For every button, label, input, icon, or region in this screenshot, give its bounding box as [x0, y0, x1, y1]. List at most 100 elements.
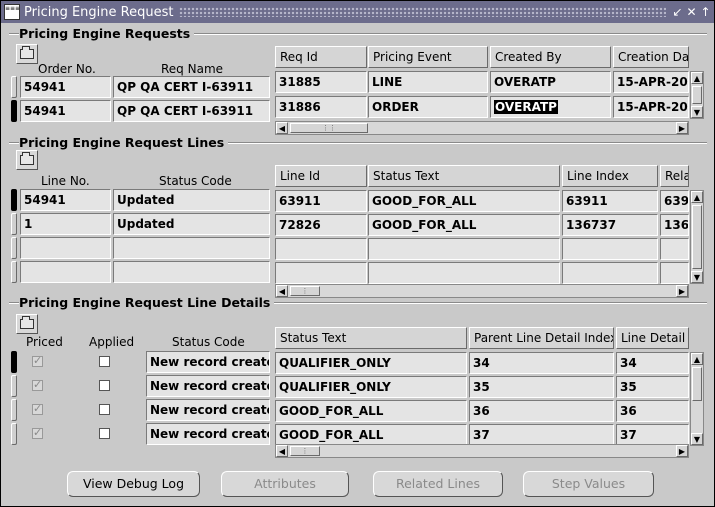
- req-name-cell[interactable]: QP QA CERT I-63911: [113, 76, 270, 98]
- line-index-cell[interactable]: 136737: [562, 214, 658, 236]
- related-cell[interactable]: [660, 262, 689, 284]
- col-header-pricing-event[interactable]: Pricing Event: [368, 46, 488, 68]
- line-id-cell[interactable]: [275, 262, 367, 284]
- col-header-line-detail-index[interactable]: Line Detail I: [616, 327, 689, 349]
- lines-folder-button[interactable]: [16, 150, 38, 170]
- line-detail-index-cell[interactable]: 34: [616, 352, 689, 374]
- scroll-up-icon[interactable]: ▲: [691, 191, 703, 203]
- hscroll-thumb[interactable]: ⋮⋮: [290, 123, 368, 133]
- col-header-req-id[interactable]: Req Id: [275, 46, 367, 68]
- minimize-icon[interactable]: ↙: [672, 5, 683, 19]
- status-text-cell[interactable]: QUALIFIER_ONLY: [275, 376, 467, 398]
- applied-checkbox[interactable]: [99, 356, 110, 367]
- line-index-cell[interactable]: [562, 262, 658, 284]
- scroll-left-icon[interactable]: ◀: [276, 445, 288, 457]
- details-folder-button[interactable]: [16, 314, 38, 334]
- status-code-cell[interactable]: [113, 261, 270, 283]
- status-text-cell[interactable]: QUALIFIER_ONLY: [275, 352, 467, 374]
- line-no-cell[interactable]: [20, 261, 111, 283]
- line-id-cell[interactable]: [275, 238, 367, 260]
- row-selector[interactable]: [11, 423, 17, 445]
- scroll-left-icon[interactable]: ◀: [276, 122, 288, 134]
- order-no-cell[interactable]: 54941: [20, 100, 111, 122]
- row-selector-current[interactable]: [11, 189, 17, 211]
- pricing-event-cell[interactable]: LINE: [368, 71, 488, 93]
- window-menu-icon[interactable]: ≡≡≡: [4, 4, 20, 20]
- status-code-cell[interactable]: New record created: [146, 399, 270, 421]
- vscroll-thumb[interactable]: [692, 367, 702, 401]
- parent-line-detail-index-cell[interactable]: 34: [469, 352, 614, 374]
- title-bar[interactable]: ≡≡≡ Pricing Engine Request ↙ ✕ ↑: [1, 1, 714, 23]
- row-selector-current[interactable]: [11, 351, 17, 373]
- col-header-parent-line-detail-index[interactable]: Parent Line Detail Index: [469, 327, 614, 349]
- col-header-status-text[interactable]: Status Text: [275, 327, 467, 349]
- vscroll-thumb[interactable]: [692, 205, 702, 269]
- status-code-cell[interactable]: Updated: [113, 213, 270, 235]
- creation-date-cell[interactable]: 15-APR-200: [613, 96, 689, 118]
- row-selector[interactable]: [11, 237, 17, 259]
- col-header-created-by[interactable]: Created By: [490, 46, 611, 68]
- row-selector[interactable]: [11, 76, 17, 98]
- step-values-button[interactable]: Step Values: [523, 471, 654, 497]
- col-header-line-index[interactable]: Line Index: [562, 165, 658, 187]
- row-selector[interactable]: [11, 375, 17, 397]
- applied-checkbox[interactable]: [99, 380, 110, 391]
- view-debug-log-button[interactable]: View Debug Log: [67, 471, 200, 497]
- status-code-cell[interactable]: [113, 237, 270, 259]
- maximize-icon[interactable]: ✕: [686, 5, 697, 19]
- scroll-left-icon[interactable]: ◀: [276, 285, 288, 297]
- line-index-cell[interactable]: [562, 238, 658, 260]
- hscroll-thumb[interactable]: ⋮: [290, 286, 320, 296]
- scroll-up-icon[interactable]: ▲: [691, 72, 703, 84]
- related-cell[interactable]: 1367: [660, 214, 689, 236]
- line-id-cell[interactable]: 72826: [275, 214, 367, 236]
- line-index-cell[interactable]: 63911: [562, 190, 658, 212]
- close-icon[interactable]: ↑: [700, 5, 711, 19]
- parent-line-detail-index-cell[interactable]: 35: [469, 376, 614, 398]
- line-detail-index-cell[interactable]: 35: [616, 376, 689, 398]
- applied-checkbox[interactable]: [99, 428, 110, 439]
- parent-line-detail-index-cell[interactable]: 37: [469, 424, 614, 446]
- col-header-creation-date[interactable]: Creation Dat: [613, 46, 689, 68]
- lines-hscroll[interactable]: ◀ ⋮ ▶: [275, 284, 689, 298]
- created-by-cell[interactable]: OVERATP: [490, 96, 611, 118]
- status-text-cell[interactable]: GOOD_FOR_ALL: [368, 214, 560, 236]
- scroll-down-icon[interactable]: ▼: [691, 433, 703, 445]
- req-id-cell[interactable]: 31885: [275, 71, 367, 93]
- line-detail-index-cell[interactable]: 37: [616, 424, 689, 446]
- requests-vscroll[interactable]: ▲ ▼: [690, 71, 704, 119]
- details-hscroll[interactable]: ◀ ⋮ ▶: [275, 444, 689, 458]
- line-no-cell[interactable]: 1: [20, 213, 111, 235]
- scroll-right-icon[interactable]: ▶: [676, 285, 688, 297]
- requests-hscroll[interactable]: ◀ ⋮⋮ ▶: [275, 121, 689, 135]
- status-text-cell[interactable]: [368, 262, 560, 284]
- row-selector-current[interactable]: [11, 100, 17, 122]
- line-id-cell[interactable]: 63911: [275, 190, 367, 212]
- col-header-line-id[interactable]: Line Id: [275, 165, 367, 187]
- requests-folder-button[interactable]: [16, 44, 38, 64]
- order-no-cell[interactable]: 54941: [20, 76, 111, 98]
- lines-vscroll[interactable]: ▲ ▼: [690, 190, 704, 284]
- status-code-cell[interactable]: New record created: [146, 351, 270, 373]
- scroll-down-icon[interactable]: ▼: [691, 106, 703, 118]
- status-text-cell[interactable]: [368, 238, 560, 260]
- related-cell[interactable]: [660, 238, 689, 260]
- scroll-up-icon[interactable]: ▲: [691, 353, 703, 365]
- vscroll-thumb[interactable]: [692, 86, 702, 104]
- col-header-related[interactable]: Rela: [660, 165, 689, 187]
- line-no-cell[interactable]: [20, 237, 111, 259]
- related-cell[interactable]: 6391: [660, 190, 689, 212]
- scroll-down-icon[interactable]: ▼: [691, 271, 703, 283]
- details-vscroll[interactable]: ▲ ▼: [690, 352, 704, 446]
- applied-checkbox[interactable]: [99, 404, 110, 415]
- hscroll-thumb[interactable]: ⋮: [290, 446, 320, 456]
- status-code-cell[interactable]: New record created: [146, 375, 270, 397]
- row-selector[interactable]: [11, 399, 17, 421]
- scroll-right-icon[interactable]: ▶: [676, 122, 688, 134]
- req-id-cell[interactable]: 31886: [275, 96, 367, 118]
- status-text-cell[interactable]: GOOD_FOR_ALL: [275, 424, 467, 446]
- req-name-cell[interactable]: QP QA CERT I-63911: [113, 100, 270, 122]
- status-code-cell[interactable]: New record created: [146, 423, 270, 445]
- row-selector[interactable]: [11, 213, 17, 235]
- attributes-button[interactable]: Attributes: [221, 471, 349, 497]
